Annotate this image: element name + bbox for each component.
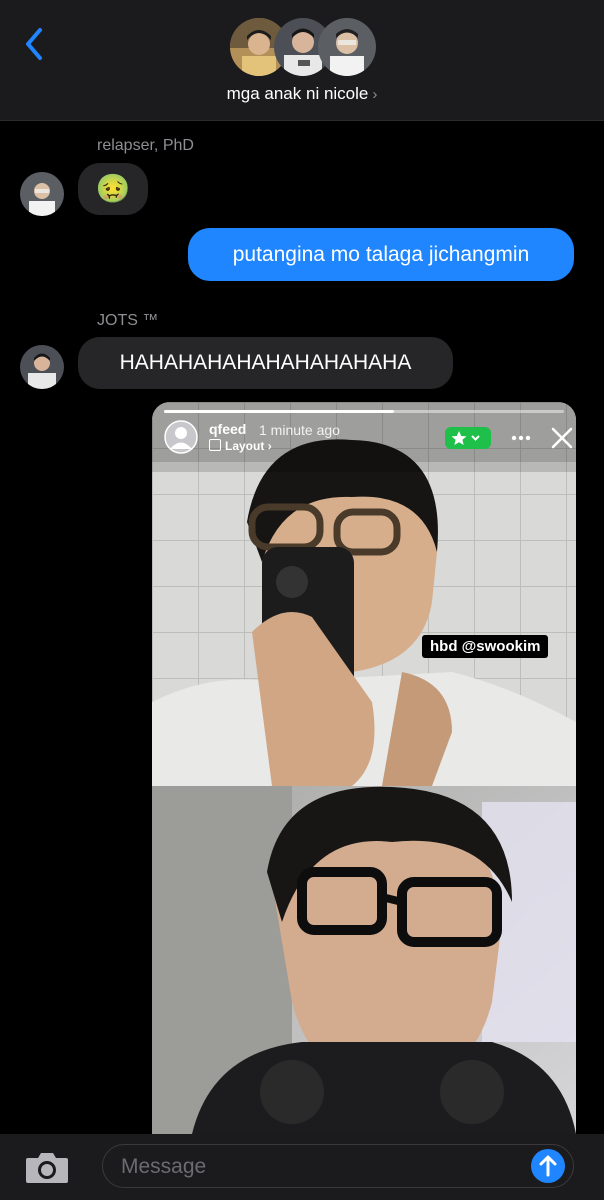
- story-photo: [152, 402, 576, 1134]
- shared-story-card[interactable]: qfeed 1 minute ago Layout › hbd @swookim: [152, 402, 576, 1134]
- chevron-right-icon: ›: [372, 86, 378, 103]
- story-profile-avatar-icon[interactable]: [164, 420, 198, 454]
- close-friends-badge[interactable]: [445, 427, 491, 449]
- story-username[interactable]: qfeed: [209, 421, 246, 437]
- composer-bar: Message: [0, 1134, 604, 1200]
- mention-sticker[interactable]: hbd @swookim: [422, 635, 549, 658]
- group-avatars[interactable]: [230, 18, 376, 78]
- layout-label: Layout: [225, 439, 265, 453]
- star-icon: [451, 431, 480, 445]
- avatar: [318, 18, 376, 76]
- group-name-label: mga anak ni nicole: [226, 84, 369, 103]
- message-text: putangina mo talaga jichangmin: [232, 243, 530, 266]
- incoming-message-bubble[interactable]: HAHAHAHAHAHAHAHAHAHA: [78, 337, 453, 389]
- camera-icon[interactable]: [24, 1150, 70, 1184]
- message-placeholder: Message: [121, 1155, 207, 1178]
- message-text: 🤢: [95, 173, 131, 204]
- group-title[interactable]: mga anak ni nicole ›: [0, 84, 604, 104]
- layout-icon: [209, 439, 221, 451]
- message-text: HAHAHAHAHAHAHAHAHAHA: [119, 351, 412, 374]
- avatar[interactable]: [20, 345, 64, 389]
- sender-name: JOTS ™: [97, 312, 159, 329]
- story-time: 1 minute ago: [259, 422, 340, 438]
- close-icon[interactable]: [550, 426, 574, 450]
- more-options-icon[interactable]: [510, 430, 532, 446]
- message-input[interactable]: Message: [102, 1144, 574, 1188]
- incoming-message-bubble[interactable]: 🤢: [78, 163, 148, 215]
- back-chevron-icon[interactable]: [20, 24, 50, 64]
- story-layout-link[interactable]: Layout ›: [209, 439, 272, 453]
- avatar[interactable]: [20, 172, 64, 216]
- sender-name: relapser, PhD: [97, 137, 194, 154]
- outgoing-message-bubble[interactable]: putangina mo talaga jichangmin: [188, 228, 574, 281]
- send-arrow-icon[interactable]: [531, 1149, 565, 1183]
- conversation-header: mga anak ni nicole ›: [0, 0, 604, 121]
- chevron-right-icon: ›: [267, 439, 272, 453]
